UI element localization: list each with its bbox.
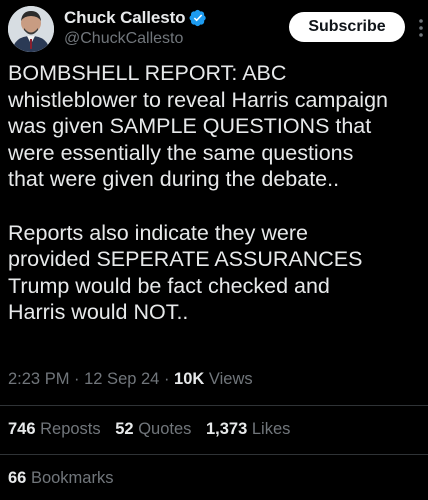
likes-count: 1,373	[206, 420, 248, 438]
tweet-time[interactable]: 2:23 PM	[8, 370, 69, 388]
verified-badge-icon[interactable]	[189, 9, 207, 27]
divider	[0, 454, 428, 455]
tweet-header: Chuck Callesto @ChuckCallesto Subscribe	[8, 4, 426, 56]
bookmarks-label: Bookmarks	[26, 469, 114, 487]
reposts-label: Reposts	[35, 420, 101, 438]
likes-stat[interactable]: 1,373 Likes	[206, 420, 290, 438]
author-names: Chuck Callesto @ChuckCallesto	[64, 7, 207, 48]
quotes-stat[interactable]: 52 Quotes	[115, 420, 191, 438]
display-name-row: Chuck Callesto	[64, 7, 207, 29]
more-options-icon[interactable]	[417, 17, 425, 39]
quotes-count: 52	[115, 420, 134, 438]
tweet-card: Chuck Callesto @ChuckCallesto Subscribe …	[0, 0, 428, 500]
bookmarks-stat[interactable]: 66 Bookmarks	[8, 469, 113, 488]
tweet-text: BOMBSHELL REPORT: ABC whistleblower to r…	[8, 61, 388, 325]
avatar-image	[8, 6, 54, 52]
author-handle[interactable]: @ChuckCallesto	[64, 30, 207, 48]
avatar[interactable]	[8, 6, 54, 52]
meta-separator: ·	[69, 370, 85, 388]
reposts-stat[interactable]: 746 Reposts	[8, 420, 101, 438]
bookmarks-count: 66	[8, 469, 27, 487]
tweet-meta: 2:23 PM · 12 Sep 24 · 10K Views	[8, 370, 253, 389]
reposts-count: 746	[8, 420, 36, 438]
views-label: Views	[204, 370, 253, 388]
subscribe-button[interactable]: Subscribe	[289, 12, 405, 42]
meta-separator: ·	[159, 370, 175, 388]
divider	[0, 405, 428, 406]
views-count: 10K	[174, 370, 205, 388]
engagement-stats: 746 Reposts 52 Quotes 1,373 Likes	[8, 420, 300, 439]
quotes-label: Quotes	[133, 420, 192, 438]
likes-label: Likes	[247, 420, 291, 438]
tweet-date[interactable]: 12 Sep 24	[84, 370, 159, 388]
display-name[interactable]: Chuck Callesto	[64, 8, 186, 28]
